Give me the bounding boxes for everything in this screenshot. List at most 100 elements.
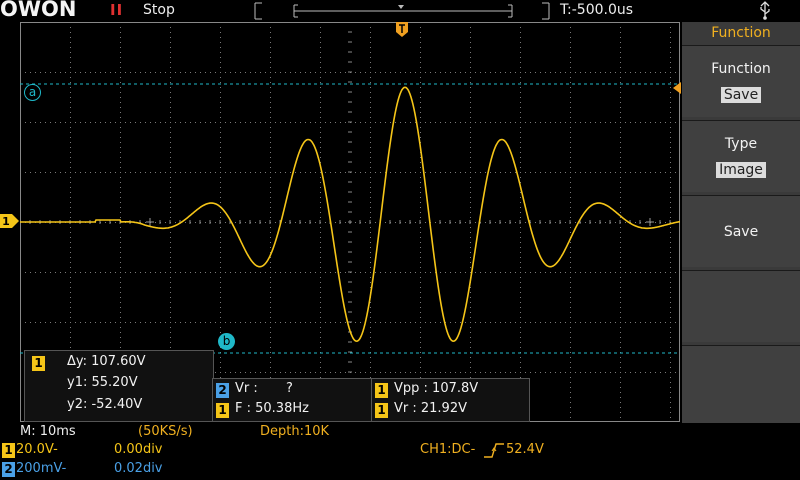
grid-dot <box>210 72 211 73</box>
grid-dot <box>205 122 206 123</box>
grid-dot <box>420 332 421 333</box>
run-stop-icon[interactable]: II <box>110 1 123 19</box>
grid-dot <box>220 67 221 68</box>
ch1-scale[interactable]: 20.0V- <box>16 442 58 457</box>
grid-dot <box>365 222 366 223</box>
trigger-source[interactable]: CH1:DC- <box>420 442 475 457</box>
grid-dot <box>520 72 521 73</box>
grid-dot <box>500 322 501 323</box>
grid-dot <box>570 62 571 63</box>
grid-dot <box>585 72 586 73</box>
grid-dot <box>370 117 371 118</box>
grid-dot <box>620 127 621 128</box>
grid-dot <box>290 72 291 73</box>
grid-dot <box>630 372 631 373</box>
grid-dot <box>320 362 321 363</box>
grid-dot <box>70 302 71 303</box>
grid-dot <box>435 122 436 123</box>
grid-dot <box>305 172 306 173</box>
grid-dot <box>620 297 621 298</box>
grid-dot <box>170 127 171 128</box>
ch1-ground-marker-icon[interactable]: 1 <box>0 214 20 228</box>
grid-dot <box>320 117 321 118</box>
grid-dot <box>555 372 556 373</box>
grid-dot <box>270 192 271 193</box>
grid-dot <box>625 122 626 123</box>
cursor-b-marker[interactable]: b <box>218 333 235 350</box>
grid-dot <box>645 222 646 223</box>
cursor-a-marker[interactable]: a <box>24 84 41 101</box>
grid-dot <box>185 72 186 73</box>
ch2-scale[interactable]: 200mV- <box>16 461 66 476</box>
ch2-badge[interactable]: 2 <box>2 462 15 477</box>
grid-dot <box>485 72 486 73</box>
grid-dot <box>570 277 571 278</box>
grid-dot <box>630 72 631 73</box>
bottom-status-bar: M: 10ms (50KS/s) Depth:10K 1 20.0V- 0.00… <box>0 423 800 480</box>
grid-dot <box>70 27 71 28</box>
grid-dot <box>620 287 621 288</box>
menu-button-save[interactable]: Save <box>682 195 800 267</box>
grid-dot <box>655 122 656 123</box>
grid-dot <box>185 122 186 123</box>
grid-dot <box>570 417 571 418</box>
grid-dot <box>470 82 471 83</box>
grid-dot <box>270 177 271 178</box>
grid-dot <box>270 272 271 273</box>
grid-dot <box>670 297 671 298</box>
grid-dot <box>125 122 126 123</box>
grid-dot <box>170 77 171 78</box>
grid-dot <box>120 317 121 318</box>
grid-dot <box>310 272 311 273</box>
grid-dot <box>650 322 651 323</box>
grid-dot <box>290 322 291 323</box>
grid-dot <box>335 172 336 173</box>
grid-dot <box>240 72 241 73</box>
grid-dot <box>470 242 471 243</box>
grid-dot <box>65 172 66 173</box>
menu-button-type[interactable]: Type Image <box>682 120 800 192</box>
grid-dot <box>120 292 121 293</box>
grid-dot <box>405 322 406 323</box>
grid-dot <box>670 302 671 303</box>
grid-dot <box>215 122 216 123</box>
grid-dot <box>80 322 81 323</box>
grid-dot <box>270 162 271 163</box>
grid-dot <box>370 122 371 123</box>
grid-dot <box>670 187 671 188</box>
grid-dot <box>245 222 246 223</box>
ch1-badge[interactable]: 1 <box>2 443 15 458</box>
grid-dot <box>595 122 596 123</box>
grid-dot <box>140 72 141 73</box>
grid-dot <box>240 272 241 273</box>
grid-dot <box>120 277 121 278</box>
timebase-main[interactable]: M: 10ms <box>20 424 76 439</box>
grid-dot <box>70 317 71 318</box>
memory-position-bar[interactable] <box>254 1 550 21</box>
grid-dot <box>520 327 521 328</box>
trigger-level-marker-icon[interactable] <box>672 82 682 94</box>
grid-dot <box>670 47 671 48</box>
grid-dot <box>520 147 521 148</box>
menu-button-empty-5[interactable] <box>682 345 800 423</box>
grid-dot <box>270 97 271 98</box>
trigger-time-marker-icon[interactable] <box>395 22 409 38</box>
grid-dot <box>600 322 601 323</box>
menu-button-empty-4[interactable] <box>682 270 800 342</box>
grid-dot <box>170 97 171 98</box>
grid-dot <box>170 112 171 113</box>
grid-dot <box>655 322 656 323</box>
grid-dot <box>500 72 501 73</box>
grid-dot <box>170 122 171 123</box>
grid-dot <box>420 172 421 173</box>
grid-dot <box>120 157 121 158</box>
grid-dot <box>270 107 271 108</box>
grid-dot <box>230 322 231 323</box>
grid-dot <box>620 377 621 378</box>
menu-button-function[interactable]: Function Save <box>682 45 800 117</box>
grid-dot <box>420 117 421 118</box>
grid-dot <box>585 122 586 123</box>
grid-dot <box>120 342 121 343</box>
grid-dot <box>620 312 621 313</box>
grid-dot <box>430 122 431 123</box>
